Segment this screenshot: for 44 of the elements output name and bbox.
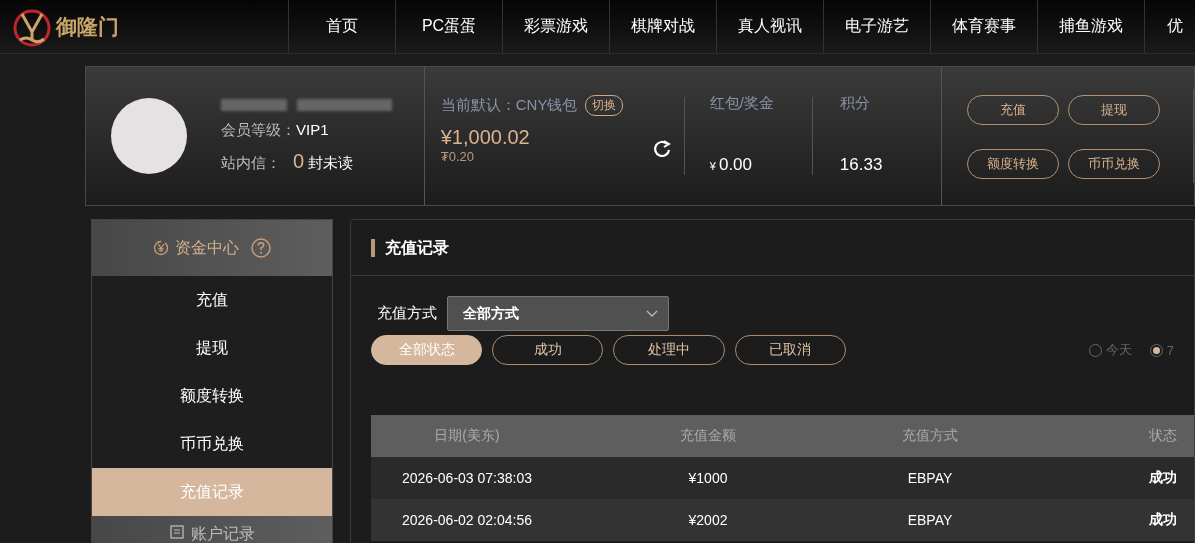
column-header: 充值方式: [853, 415, 1007, 457]
table-cell: 2026-06-02 02:04:56: [371, 499, 563, 541]
unread-count: 0: [293, 150, 305, 173]
stat-value: ¥ 0.00: [709, 155, 754, 175]
nav-link[interactable]: 真人视讯: [716, 0, 823, 53]
nav-link[interactable]: 优: [1144, 0, 1187, 53]
table-cell: EBPAY: [853, 457, 1007, 499]
stat-value: 16.33: [839, 155, 884, 175]
column-header: 充值金额: [563, 415, 853, 457]
unread-text: 封未读: [308, 154, 354, 173]
level-value: VIP1: [296, 121, 329, 138]
menu-item[interactable]: 额度转换: [92, 372, 332, 420]
menu-item[interactable]: 提现: [92, 324, 332, 372]
stat-label: 红包/奖金: [709, 94, 775, 113]
stat-label: 积分: [839, 94, 871, 113]
wallet-label: 当前默认：CNY钱包: [440, 96, 578, 115]
nav-link[interactable]: 电子游艺: [823, 0, 930, 53]
table-cell: ¥1000: [563, 457, 853, 499]
mail-label: 站内信：: [221, 154, 281, 173]
method-label: 充值方式: [377, 304, 437, 323]
table-cell: ¥2002: [563, 499, 853, 541]
nav-link[interactable]: PC蛋蛋: [395, 0, 502, 53]
table-cell: 成功: [1007, 499, 1194, 541]
column-header: 日期(美东): [371, 415, 563, 457]
level-label: 会员等级：: [221, 121, 296, 140]
menu-group-header[interactable]: 账户记录: [92, 516, 332, 543]
nav-link[interactable]: 捕鱼游戏: [1037, 0, 1144, 53]
nav-link[interactable]: 体育赛事: [930, 0, 1037, 53]
sub-balance: ₮0.20: [440, 149, 475, 164]
table-cell: 成功: [1007, 457, 1194, 499]
menu-group-header[interactable]: 资金中心: [92, 220, 332, 276]
nav-link[interactable]: 彩票游戏: [502, 0, 609, 53]
panel-title: 充值记录: [371, 238, 449, 257]
table-cell: 2026-06-03 07:38:03: [371, 457, 563, 499]
balance-amount: ¥1,000.02: [440, 126, 531, 149]
nav-link[interactable]: 首页: [288, 0, 395, 53]
switch-button[interactable]: 切换: [585, 95, 624, 116]
menu-item[interactable]: 充值: [92, 276, 332, 324]
method-select[interactable]: 全部方式: [447, 296, 669, 331]
logo-text: 御隆门: [56, 13, 119, 40]
column-header: 状态: [1007, 415, 1194, 457]
nav-link[interactable]: 棋牌对战: [609, 0, 716, 53]
table-cell: EBPAY: [853, 499, 1007, 541]
menu-item[interactable]: 币币兑换: [92, 420, 332, 468]
